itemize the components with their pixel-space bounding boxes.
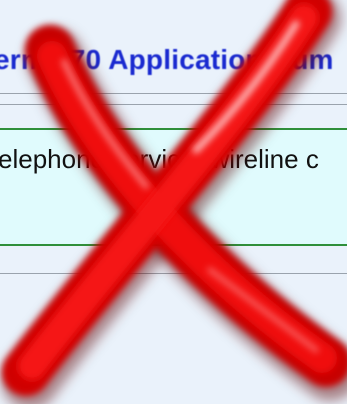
- divider: [0, 93, 347, 94]
- service-type-text: elephone service (wireline c: [0, 144, 319, 174]
- divider: [0, 273, 347, 274]
- page-title: erm 470 Application Num: [0, 44, 334, 75]
- divider: [0, 104, 347, 105]
